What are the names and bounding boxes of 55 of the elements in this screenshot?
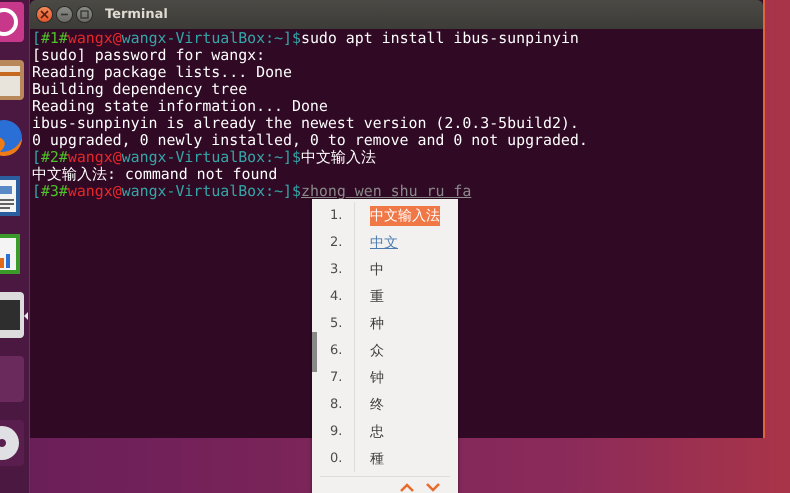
maximize-button[interactable] (76, 6, 93, 23)
candidate-item[interactable]: 终 (370, 394, 384, 414)
minimize-button[interactable] (56, 6, 73, 23)
prompt-symbol: ]$ (283, 148, 301, 166)
candidate-number: 4. (312, 283, 355, 310)
terminal-icon[interactable] (0, 292, 26, 338)
prompt-host: wangx-VirtualBox:~ (122, 148, 284, 166)
prompt-user: wangx@ (68, 182, 122, 200)
candidate-item[interactable]: 中文 (370, 232, 398, 252)
close-icon (40, 10, 49, 19)
file-cabinet-icon[interactable] (0, 60, 26, 100)
output-line: 0 upgraded, 0 newly installed, 0 to remove and 0 not upgraded. (32, 131, 588, 149)
candidate-number: 3. (312, 256, 355, 283)
candidate-item[interactable]: 种 (370, 314, 384, 334)
output-line: ibus-sunpinyin is already the newest version (2.0.3-5build2). (32, 114, 579, 132)
candidate-number: 1. (312, 202, 355, 229)
candidate-item[interactable]: 忠 (370, 422, 384, 442)
prompt-bracket: [ (32, 148, 41, 166)
preedit-text: zhong wen shu ru fa (300, 182, 472, 200)
candidate-number: 5. (312, 310, 355, 337)
candidate-number: 2. (312, 229, 355, 256)
resize-handle[interactable] (312, 332, 317, 372)
candidate-item[interactable]: 众 (370, 340, 384, 360)
close-button[interactable] (36, 6, 53, 23)
command-text: sudo apt install ibus-sunpinyin (300, 29, 579, 47)
prompt-number: #2# (40, 148, 68, 166)
output-line: Reading state information... Done (32, 97, 328, 115)
candidate-item[interactable]: 種 (370, 448, 384, 468)
candidate-number: 8. (312, 391, 355, 418)
prompt-number: #3# (40, 182, 68, 200)
output-line: Building dependency tree (32, 80, 248, 98)
prompt-host: wangx-VirtualBox:~ (122, 29, 284, 47)
prompt-user: wangx@ (68, 29, 122, 47)
prompt-number: #1# (40, 29, 68, 47)
prompt-bracket: [ (32, 29, 41, 47)
prompt-host: wangx-VirtualBox:~ (122, 182, 284, 200)
candidate-number: 0. (312, 445, 355, 472)
prompt-user: wangx@ (68, 148, 122, 166)
candidate-item[interactable]: 钟 (370, 368, 384, 388)
candidate-item[interactable]: 中 (370, 260, 384, 280)
chevron-up-icon[interactable] (400, 483, 414, 492)
prompt-bracket: [ (32, 182, 41, 200)
prompt-symbol: ]$ (283, 29, 301, 47)
window-title: Terminal (105, 7, 168, 22)
chevron-down-icon[interactable] (426, 483, 440, 492)
candidate-number: 7. (312, 364, 355, 391)
command-text: 中文输入法 (300, 148, 376, 166)
output-line: Reading package lists... Done (32, 63, 292, 81)
candidate-item[interactable]: 重 (370, 286, 384, 306)
candidate-number: 9. (312, 418, 355, 445)
prompt-symbol: ]$ (283, 182, 301, 200)
maximize-icon (80, 10, 89, 19)
output-line: [sudo] password for wangx: (32, 46, 266, 64)
output-line: 中文输入法: command not found (32, 165, 278, 183)
blank-tile-icon[interactable] (0, 356, 26, 402)
